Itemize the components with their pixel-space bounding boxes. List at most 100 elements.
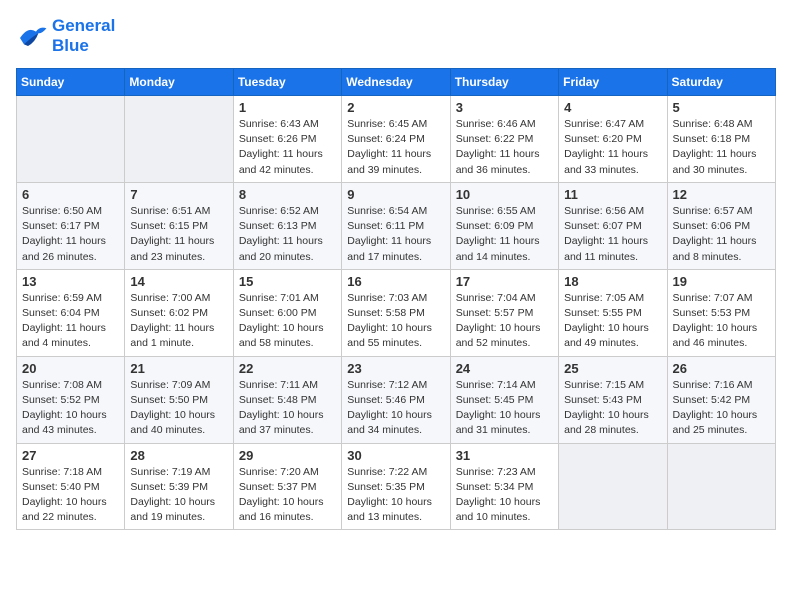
calendar-cell: 15 Sunrise: 7:01 AMSunset: 6:00 PMDayligh… <box>233 269 341 356</box>
logo-text: General Blue <box>52 16 115 56</box>
day-number: 15 <box>239 274 336 289</box>
calendar-cell: 5 Sunrise: 6:48 AMSunset: 6:18 PMDaylight… <box>667 96 775 183</box>
calendar-cell: 17Sunrise: 7:04 AMSunset: 5:57 PMDayligh… <box>450 269 558 356</box>
day-number: 3 <box>456 100 553 115</box>
day-number: 2 <box>347 100 444 115</box>
day-info: Sunrise: 7:19 AMSunset: 5:39 PMDaylight:… <box>130 465 227 526</box>
calendar-cell: 9 Sunrise: 6:54 AMSunset: 6:11 PMDaylight… <box>342 182 450 269</box>
day-info: Sunrise: 7:00 AMSunset: 6:02 PMDaylight:… <box>130 291 227 352</box>
calendar-cell: 12 Sunrise: 6:57 AMSunset: 6:06 PMDayligh… <box>667 182 775 269</box>
day-number: 23 <box>347 361 444 376</box>
calendar-cell: 6 Sunrise: 6:50 AMSunset: 6:17 PMDaylight… <box>17 182 125 269</box>
calendar-cell <box>667 443 775 530</box>
day-number: 14 <box>130 274 227 289</box>
day-number: 16 <box>347 274 444 289</box>
logo-icon <box>16 22 48 50</box>
day-info: Sunrise: 6:57 AMSunset: 6:06 PMDaylight:… <box>673 204 770 265</box>
calendar-cell: 16 Sunrise: 7:03 AMSunset: 5:58 PMDayligh… <box>342 269 450 356</box>
day-number: 24 <box>456 361 553 376</box>
day-number: 18 <box>564 274 661 289</box>
calendar-cell <box>17 96 125 183</box>
day-number: 30 <box>347 448 444 463</box>
calendar-cell: 13 Sunrise: 6:59 AMSunset: 6:04 PMDayligh… <box>17 269 125 356</box>
day-info: Sunrise: 7:08 AMSunset: 5:52 PMDaylight:… <box>22 378 119 439</box>
calendar-cell: 27Sunrise: 7:18 AMSunset: 5:40 PMDayligh… <box>17 443 125 530</box>
weekday-header-wednesday: Wednesday <box>342 69 450 96</box>
day-info: Sunrise: 7:15 AMSunset: 5:43 PMDaylight:… <box>564 378 661 439</box>
day-info: Sunrise: 7:11 AMSunset: 5:48 PMDaylight:… <box>239 378 336 439</box>
day-number: 31 <box>456 448 553 463</box>
calendar-cell: 19 Sunrise: 7:07 AMSunset: 5:53 PMDayligh… <box>667 269 775 356</box>
weekday-header-monday: Monday <box>125 69 233 96</box>
day-number: 22 <box>239 361 336 376</box>
day-number: 9 <box>347 187 444 202</box>
day-number: 29 <box>239 448 336 463</box>
day-number: 5 <box>673 100 770 115</box>
day-info: Sunrise: 6:54 AMSunset: 6:11 PMDaylight:… <box>347 204 444 265</box>
day-info: Sunrise: 7:05 AMSunset: 5:55 PMDaylight:… <box>564 291 661 352</box>
calendar-cell <box>559 443 667 530</box>
weekday-header-row: SundayMondayTuesdayWednesdayThursdayFrid… <box>17 69 776 96</box>
calendar-cell: 3 Sunrise: 6:46 AMSunset: 6:22 PMDaylight… <box>450 96 558 183</box>
day-number: 1 <box>239 100 336 115</box>
day-number: 8 <box>239 187 336 202</box>
day-info: Sunrise: 7:01 AMSunset: 6:00 PMDaylight:… <box>239 291 336 352</box>
calendar-cell: 23 Sunrise: 7:12 AMSunset: 5:46 PMDayligh… <box>342 356 450 443</box>
day-number: 25 <box>564 361 661 376</box>
day-number: 17 <box>456 274 553 289</box>
day-info: Sunrise: 6:59 AMSunset: 6:04 PMDaylight:… <box>22 291 119 352</box>
day-info: Sunrise: 7:16 AMSunset: 5:42 PMDaylight:… <box>673 378 770 439</box>
calendar-cell: 18 Sunrise: 7:05 AMSunset: 5:55 PMDayligh… <box>559 269 667 356</box>
calendar-week-row: 27Sunrise: 7:18 AMSunset: 5:40 PMDayligh… <box>17 443 776 530</box>
calendar-cell: 4 Sunrise: 6:47 AMSunset: 6:20 PMDaylight… <box>559 96 667 183</box>
calendar-week-row: 13 Sunrise: 6:59 AMSunset: 6:04 PMDayligh… <box>17 269 776 356</box>
day-info: Sunrise: 6:46 AMSunset: 6:22 PMDaylight:… <box>456 117 553 178</box>
day-info: Sunrise: 7:20 AMSunset: 5:37 PMDaylight:… <box>239 465 336 526</box>
day-number: 7 <box>130 187 227 202</box>
day-info: Sunrise: 6:55 AMSunset: 6:09 PMDaylight:… <box>456 204 553 265</box>
day-info: Sunrise: 6:51 AMSunset: 6:15 PMDaylight:… <box>130 204 227 265</box>
day-number: 26 <box>673 361 770 376</box>
day-number: 19 <box>673 274 770 289</box>
day-number: 11 <box>564 187 661 202</box>
calendar-cell: 31 Sunrise: 7:23 AMSunset: 5:34 PMDayligh… <box>450 443 558 530</box>
day-info: Sunrise: 6:47 AMSunset: 6:20 PMDaylight:… <box>564 117 661 178</box>
calendar-week-row: 20 Sunrise: 7:08 AMSunset: 5:52 PMDayligh… <box>17 356 776 443</box>
calendar-cell: 28 Sunrise: 7:19 AMSunset: 5:39 PMDayligh… <box>125 443 233 530</box>
calendar-cell: 20 Sunrise: 7:08 AMSunset: 5:52 PMDayligh… <box>17 356 125 443</box>
day-number: 28 <box>130 448 227 463</box>
weekday-header-tuesday: Tuesday <box>233 69 341 96</box>
day-info: Sunrise: 7:03 AMSunset: 5:58 PMDaylight:… <box>347 291 444 352</box>
calendar-cell: 30Sunrise: 7:22 AMSunset: 5:35 PMDayligh… <box>342 443 450 530</box>
calendar-cell: 25 Sunrise: 7:15 AMSunset: 5:43 PMDayligh… <box>559 356 667 443</box>
calendar-cell: 14 Sunrise: 7:00 AMSunset: 6:02 PMDayligh… <box>125 269 233 356</box>
day-info: Sunrise: 6:45 AMSunset: 6:24 PMDaylight:… <box>347 117 444 178</box>
calendar-cell: 24Sunrise: 7:14 AMSunset: 5:45 PMDayligh… <box>450 356 558 443</box>
calendar-cell: 7 Sunrise: 6:51 AMSunset: 6:15 PMDaylight… <box>125 182 233 269</box>
calendar-cell: 10Sunrise: 6:55 AMSunset: 6:09 PMDayligh… <box>450 182 558 269</box>
day-info: Sunrise: 6:43 AMSunset: 6:26 PMDaylight:… <box>239 117 336 178</box>
calendar-table: SundayMondayTuesdayWednesdayThursdayFrid… <box>16 68 776 530</box>
day-info: Sunrise: 7:18 AMSunset: 5:40 PMDaylight:… <box>22 465 119 526</box>
calendar-week-row: 1 Sunrise: 6:43 AMSunset: 6:26 PMDaylight… <box>17 96 776 183</box>
weekday-header-thursday: Thursday <box>450 69 558 96</box>
day-number: 21 <box>130 361 227 376</box>
day-info: Sunrise: 6:50 AMSunset: 6:17 PMDaylight:… <box>22 204 119 265</box>
calendar-cell: 29 Sunrise: 7:20 AMSunset: 5:37 PMDayligh… <box>233 443 341 530</box>
calendar-cell: 21Sunrise: 7:09 AMSunset: 5:50 PMDayligh… <box>125 356 233 443</box>
day-info: Sunrise: 7:23 AMSunset: 5:34 PMDaylight:… <box>456 465 553 526</box>
calendar-cell <box>125 96 233 183</box>
day-info: Sunrise: 6:48 AMSunset: 6:18 PMDaylight:… <box>673 117 770 178</box>
calendar-cell: 11Sunrise: 6:56 AMSunset: 6:07 PMDayligh… <box>559 182 667 269</box>
day-info: Sunrise: 7:12 AMSunset: 5:46 PMDaylight:… <box>347 378 444 439</box>
day-info: Sunrise: 7:07 AMSunset: 5:53 PMDaylight:… <box>673 291 770 352</box>
day-info: Sunrise: 6:52 AMSunset: 6:13 PMDaylight:… <box>239 204 336 265</box>
calendar-cell: 1 Sunrise: 6:43 AMSunset: 6:26 PMDaylight… <box>233 96 341 183</box>
weekday-header-friday: Friday <box>559 69 667 96</box>
day-number: 4 <box>564 100 661 115</box>
day-number: 12 <box>673 187 770 202</box>
day-number: 13 <box>22 274 119 289</box>
day-number: 6 <box>22 187 119 202</box>
day-number: 20 <box>22 361 119 376</box>
calendar-cell: 2 Sunrise: 6:45 AMSunset: 6:24 PMDaylight… <box>342 96 450 183</box>
